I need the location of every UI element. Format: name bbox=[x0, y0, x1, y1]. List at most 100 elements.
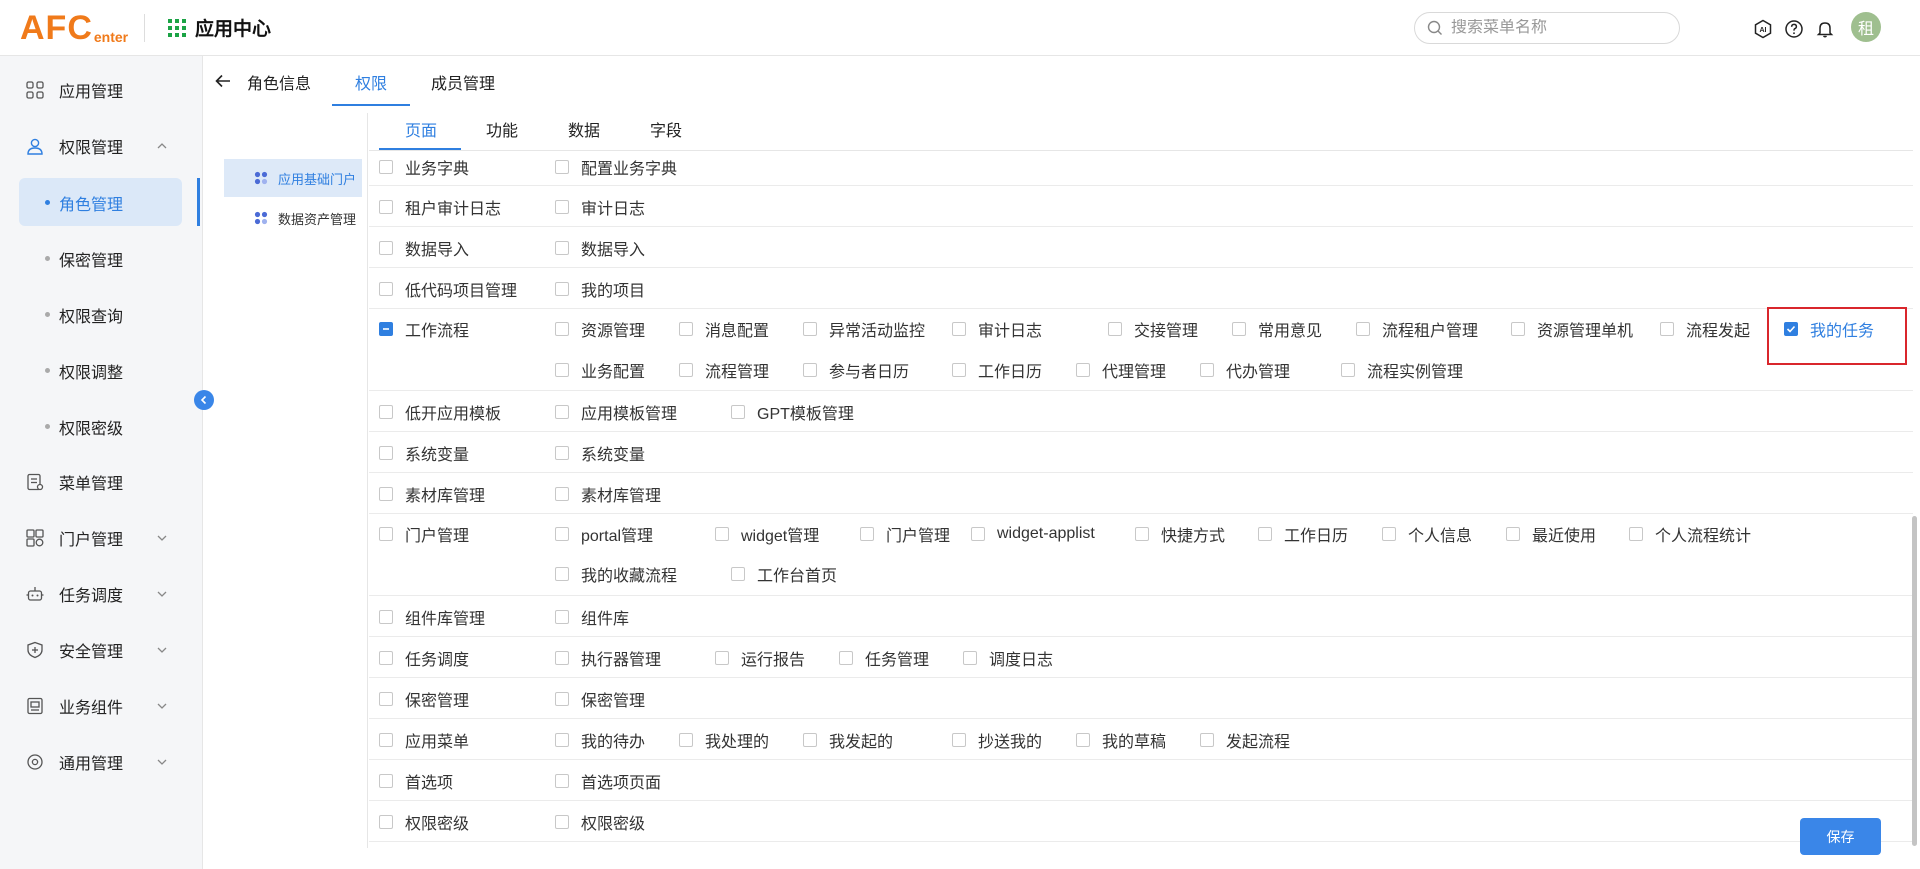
permission-checkbox[interactable]: portal管理 bbox=[555, 524, 653, 545]
checkbox-icon[interactable] bbox=[555, 692, 569, 706]
permission-checkbox[interactable]: 组件库 bbox=[555, 607, 629, 628]
sidebar-item-permission-management[interactable]: 权限管理 bbox=[0, 122, 203, 170]
afc-logo[interactable]: AFC enter bbox=[20, 8, 128, 48]
checkbox-icon[interactable] bbox=[715, 527, 729, 541]
sidebar-item-portal-management[interactable]: 门户管理 bbox=[0, 514, 203, 562]
save-button[interactable]: 保存 bbox=[1800, 818, 1881, 855]
checkbox-icon[interactable] bbox=[731, 567, 745, 581]
checkbox-icon[interactable] bbox=[952, 733, 966, 747]
sidebar-subitem-confidential-management[interactable]: 保密管理 bbox=[0, 234, 203, 282]
checkbox-icon[interactable] bbox=[1341, 363, 1355, 377]
permission-checkbox[interactable]: 流程管理 bbox=[679, 360, 769, 381]
checkbox-icon[interactable] bbox=[1232, 322, 1246, 336]
checkbox-icon[interactable] bbox=[1200, 363, 1214, 377]
sidebar-item-security-management[interactable]: 安全管理 bbox=[0, 626, 203, 674]
permission-checkbox[interactable]: 调度日志 bbox=[963, 648, 1053, 669]
checkbox-icon[interactable] bbox=[803, 322, 817, 336]
permission-checkbox[interactable]: 我的项目 bbox=[555, 279, 645, 300]
ai-icon[interactable]: AI bbox=[1752, 18, 1774, 40]
checkbox-icon[interactable] bbox=[1660, 322, 1674, 336]
checkbox-icon[interactable] bbox=[952, 363, 966, 377]
checkbox-icon[interactable] bbox=[860, 527, 874, 541]
checkbox-icon[interactable] bbox=[555, 405, 569, 419]
checkbox-icon[interactable] bbox=[555, 774, 569, 788]
checkbox-icon[interactable] bbox=[555, 363, 569, 377]
parent-permission-checkbox[interactable]: 素材库管理 bbox=[379, 484, 485, 505]
checkbox-icon[interactable] bbox=[803, 363, 817, 377]
checkbox-icon[interactable] bbox=[555, 567, 569, 581]
permission-checkbox[interactable]: 抄送我的 bbox=[952, 730, 1042, 751]
checkbox-icon[interactable] bbox=[555, 487, 569, 501]
tree-item-data-asset-management[interactable]: 数据资产管理 bbox=[224, 199, 362, 237]
scrollbar[interactable] bbox=[1912, 516, 1917, 846]
sidebar-item-general-management[interactable]: 通用管理 bbox=[0, 738, 203, 786]
checkbox-icon[interactable] bbox=[679, 363, 693, 377]
parent-permission-checkbox[interactable]: 保密管理 bbox=[379, 689, 469, 710]
checkbox-icon[interactable] bbox=[379, 160, 393, 174]
checkbox-icon[interactable] bbox=[555, 241, 569, 255]
sidebar-item-menu-management[interactable]: 菜单管理 bbox=[0, 458, 203, 506]
user-avatar[interactable]: 租 bbox=[1851, 12, 1881, 42]
back-arrow-icon[interactable] bbox=[214, 72, 232, 90]
permission-checkbox[interactable]: GPT模板管理 bbox=[731, 402, 854, 423]
permission-checkbox[interactable]: 最近使用 bbox=[1506, 524, 1596, 545]
parent-permission-checkbox[interactable]: 数据导入 bbox=[379, 238, 469, 259]
parent-permission-checkbox[interactable]: 系统变量 bbox=[379, 443, 469, 464]
checkbox-icon[interactable] bbox=[839, 651, 853, 665]
sidebar-item-app-management[interactable]: 应用管理 bbox=[0, 66, 203, 114]
permission-checkbox[interactable]: 系统变量 bbox=[555, 443, 645, 464]
tab-data[interactable]: 数据 bbox=[568, 117, 600, 141]
checkbox-icon[interactable] bbox=[1076, 733, 1090, 747]
bell-icon[interactable] bbox=[1814, 18, 1836, 40]
sidebar-subitem-role-management[interactable]: 角色管理 bbox=[0, 178, 203, 226]
parent-permission-checkbox[interactable]: 租户审计日志 bbox=[379, 197, 501, 218]
parent-permission-checkbox[interactable]: 低开应用模板 bbox=[379, 402, 501, 423]
permission-checkbox[interactable]: 素材库管理 bbox=[555, 484, 661, 505]
parent-permission-checkbox[interactable]: 工作流程 bbox=[379, 319, 469, 340]
permission-checkbox[interactable]: 流程发起 bbox=[1660, 319, 1750, 340]
help-icon[interactable] bbox=[1783, 18, 1805, 40]
search-box[interactable] bbox=[1414, 12, 1680, 44]
checkbox-icon[interactable] bbox=[1258, 527, 1272, 541]
checkbox-icon[interactable] bbox=[379, 815, 393, 829]
permission-checkbox[interactable]: 交接管理 bbox=[1108, 319, 1198, 340]
permission-checkbox[interactable]: 资源管理单机 bbox=[1511, 319, 1633, 340]
permission-checkbox[interactable]: 权限密级 bbox=[555, 812, 645, 833]
checkbox-icon[interactable] bbox=[971, 527, 985, 541]
permission-checkbox[interactable]: 保密管理 bbox=[555, 689, 645, 710]
checkbox-icon[interactable] bbox=[963, 651, 977, 665]
permission-checkbox[interactable]: 门户管理 bbox=[860, 524, 950, 545]
permission-checkbox[interactable]: 我发起的 bbox=[803, 730, 893, 751]
checkbox-icon[interactable] bbox=[379, 692, 393, 706]
parent-permission-checkbox[interactable]: 首选项 bbox=[379, 771, 453, 792]
checkbox-icon[interactable] bbox=[1506, 527, 1520, 541]
checkbox-icon[interactable] bbox=[731, 405, 745, 419]
parent-permission-checkbox[interactable]: 业务字典 bbox=[379, 157, 469, 178]
checkbox-icon[interactable] bbox=[379, 610, 393, 624]
parent-permission-checkbox[interactable]: 权限密级 bbox=[379, 812, 469, 833]
permission-checkbox[interactable]: 业务配置 bbox=[555, 360, 645, 381]
permission-checkbox[interactable]: 常用意见 bbox=[1232, 319, 1322, 340]
tab-member-management[interactable]: 成员管理 bbox=[431, 70, 495, 94]
permission-checkbox[interactable]: 首选项页面 bbox=[555, 771, 661, 792]
permission-checkbox[interactable]: 数据导入 bbox=[555, 238, 645, 259]
checkbox-icon[interactable] bbox=[555, 733, 569, 747]
parent-permission-checkbox[interactable]: 门户管理 bbox=[379, 524, 469, 545]
checkbox-icon[interactable] bbox=[803, 733, 817, 747]
checkbox-icon[interactable] bbox=[1108, 322, 1122, 336]
checkbox-icon[interactable] bbox=[1511, 322, 1525, 336]
permission-checkbox[interactable]: 个人信息 bbox=[1382, 524, 1472, 545]
checkbox-icon[interactable] bbox=[555, 446, 569, 460]
permission-checkbox[interactable]: 审计日志 bbox=[555, 197, 645, 218]
permission-checkbox[interactable]: 任务管理 bbox=[839, 648, 929, 669]
permission-checkbox[interactable]: 执行器管理 bbox=[555, 648, 661, 669]
permission-checkbox[interactable]: 我的待办 bbox=[555, 730, 645, 751]
checkbox-icon[interactable] bbox=[1356, 322, 1370, 336]
permission-checkbox[interactable]: 工作台首页 bbox=[731, 564, 837, 585]
checkbox-icon[interactable] bbox=[379, 774, 393, 788]
checkbox-icon[interactable] bbox=[379, 282, 393, 296]
permission-checkbox[interactable]: 审计日志 bbox=[952, 319, 1042, 340]
permission-checkbox[interactable]: 我处理的 bbox=[679, 730, 769, 751]
permission-checkbox[interactable]: 配置业务字典 bbox=[555, 157, 677, 178]
parent-permission-checkbox[interactable]: 任务调度 bbox=[379, 648, 469, 669]
